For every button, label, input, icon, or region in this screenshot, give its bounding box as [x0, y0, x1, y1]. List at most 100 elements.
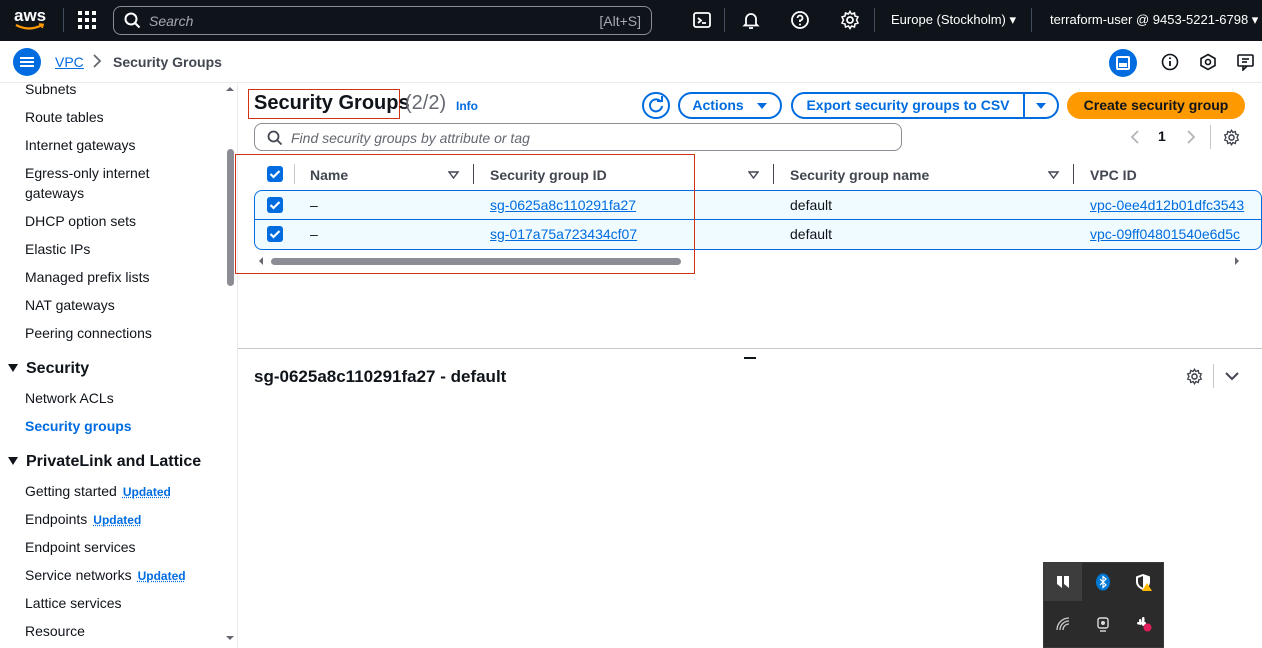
- preferences-icon[interactable]: [1186, 368, 1203, 385]
- sidebar-section-security[interactable]: Security: [8, 360, 89, 378]
- scroll-down-icon[interactable]: [225, 635, 235, 641]
- bell-icon[interactable]: [741, 10, 761, 30]
- sidebar-scrollbar-thumb[interactable]: [227, 149, 234, 286]
- info-link[interactable]: Info: [456, 99, 478, 113]
- caret-down-icon: [8, 364, 18, 372]
- page-title: Security Groups: [254, 92, 410, 114]
- sidebar-item-peering-connections[interactable]: Peering connections: [25, 323, 152, 343]
- scroll-up-icon[interactable]: [225, 86, 235, 92]
- tray-item[interactable]: [1084, 605, 1122, 643]
- sidebar-item-dhcp-option-sets[interactable]: DHCP option sets: [25, 211, 136, 231]
- services-grid-icon[interactable]: [78, 11, 96, 29]
- settings-icon[interactable]: [840, 10, 860, 30]
- split-panel-toggle-button[interactable]: [1109, 49, 1137, 77]
- current-page[interactable]: 1: [1158, 128, 1166, 144]
- tray-item[interactable]: [1124, 605, 1162, 643]
- divider: [1213, 364, 1214, 388]
- cell-security-group-name: default: [790, 197, 833, 213]
- account-menu[interactable]: terraform-user @ 9453-5221-6798 ▾: [1050, 12, 1258, 28]
- menu-toggle-button[interactable]: [13, 48, 41, 76]
- table-settings-icon[interactable]: [1223, 129, 1240, 146]
- updated-badge: Updated: [93, 513, 142, 527]
- divider: [724, 8, 725, 32]
- refresh-icon: [649, 96, 663, 113]
- system-tray-overflow: [1043, 562, 1164, 648]
- sidebar-item-route-tables[interactable]: Route tables: [25, 107, 104, 127]
- scroll-right-icon[interactable]: [1234, 256, 1240, 266]
- caret-down-icon: [1036, 103, 1046, 109]
- cell-vpc-id-link[interactable]: vpc-09ff04801540e6d5c: [1090, 226, 1246, 242]
- sidebar-section-privatelink[interactable]: PrivateLink and Lattice: [8, 453, 201, 471]
- resize-handle[interactable]: [744, 357, 756, 359]
- chevron-right-icon: [93, 54, 102, 68]
- chevron-down-icon[interactable]: [1224, 371, 1240, 381]
- caret-down-icon: [756, 103, 767, 109]
- column-header-security-group-name[interactable]: Security group name: [790, 167, 929, 183]
- search-icon: [124, 12, 141, 29]
- breadcrumb-current: Security Groups: [113, 54, 222, 70]
- section-title: PrivateLink and Lattice: [26, 453, 202, 470]
- detail-panel-title: sg-0625a8c110291fa27 - default: [254, 367, 507, 386]
- sidebar-item-endpoint-services[interactable]: Endpoint services: [25, 537, 136, 557]
- sidebar-item-label: Resource: [25, 623, 85, 639]
- sidebar-item-internet-gateways[interactable]: Internet gateways: [25, 135, 136, 155]
- feedback-icon[interactable]: [1236, 53, 1256, 71]
- divider: [63, 8, 64, 32]
- column-divider[interactable]: [1073, 164, 1074, 184]
- split-panel-divider[interactable]: [238, 348, 1262, 349]
- previous-page-icon[interactable]: [1130, 130, 1140, 144]
- security-hub-icon[interactable]: [1199, 53, 1217, 71]
- tray-item[interactable]: [1124, 563, 1162, 601]
- sidebar-item-getting-started[interactable]: Getting started Updated: [25, 481, 171, 502]
- create-security-group-button[interactable]: Create security group: [1067, 92, 1245, 119]
- sidebar-item-managed-prefix-lists[interactable]: Managed prefix lists: [25, 267, 150, 287]
- divider: [874, 8, 875, 32]
- sort-icon[interactable]: [1048, 171, 1059, 179]
- export-dropdown-button[interactable]: [1023, 92, 1059, 119]
- tray-item[interactable]: [1084, 563, 1122, 601]
- help-icon[interactable]: [790, 10, 810, 30]
- actions-button[interactable]: Actions: [678, 92, 782, 119]
- sidebar-item-egress-only-line2[interactable]: gateways: [25, 183, 84, 203]
- sidebar-item-lattice-services[interactable]: Lattice services: [25, 593, 121, 613]
- sidebar-item-nat-gateways[interactable]: NAT gateways: [25, 295, 115, 315]
- aws-logo[interactable]: aws: [14, 6, 50, 34]
- sidebar-item-service-networks[interactable]: Service networks Updated: [25, 565, 186, 586]
- search-shortcut: [Alt+S]: [599, 13, 641, 29]
- column-header-vpc-id[interactable]: VPC ID: [1090, 167, 1137, 183]
- sidebar-item-label: Getting started: [25, 483, 117, 499]
- sidebar-item-subnets[interactable]: Subnets: [25, 83, 76, 99]
- refresh-button[interactable]: [642, 92, 670, 119]
- caret-down-icon: [8, 457, 18, 465]
- search-icon: [267, 130, 283, 146]
- network-icon: [1056, 617, 1070, 631]
- sidebar-item-elastic-ips[interactable]: Elastic IPs: [25, 239, 90, 259]
- region-selector[interactable]: Europe (Stockholm) ▾: [891, 12, 1016, 28]
- cell-vpc-id-link[interactable]: vpc-0ee4d12b01dfc3543: [1090, 197, 1246, 213]
- next-page-icon[interactable]: [1186, 130, 1196, 144]
- sidebar-item-security-groups[interactable]: Security groups: [25, 416, 132, 436]
- divider: [1210, 125, 1211, 149]
- sidebar-item-label: Service networks: [25, 567, 132, 583]
- sidebar-item-resource[interactable]: Resource: [25, 621, 85, 641]
- breadcrumb-vpc-link[interactable]: VPC: [55, 54, 84, 70]
- export-csv-button[interactable]: Export security groups to CSV: [791, 92, 1025, 119]
- sidebar-item-endpoints[interactable]: Endpoints Updated: [25, 509, 141, 530]
- filter-input[interactable]: Find security groups by attribute or tag: [254, 123, 902, 151]
- tray-item[interactable]: [1044, 605, 1082, 643]
- actions-label: Actions: [692, 97, 744, 113]
- column-divider[interactable]: [773, 164, 774, 184]
- cloudshell-icon[interactable]: [692, 10, 712, 30]
- sidebar-item-network-acls[interactable]: Network ACLs: [25, 388, 114, 408]
- breadcrumb-bar: VPC Security Groups: [0, 41, 1262, 83]
- top-navigation-bar: aws Search [Alt+S] Europe (Stockholm) ▾ …: [0, 0, 1262, 41]
- sidebar-item-label: Lattice services: [25, 595, 122, 611]
- search-placeholder: Search: [149, 13, 194, 29]
- sidebar-item-label: Endpoint services: [25, 539, 136, 555]
- search-input[interactable]: Search [Alt+S]: [113, 6, 652, 35]
- split-panel-icon: [1116, 56, 1130, 70]
- info-icon[interactable]: [1161, 53, 1179, 71]
- sort-icon[interactable]: [748, 171, 759, 179]
- sidebar-item-egress-only[interactable]: Egress-only internet: [25, 163, 150, 183]
- tray-item[interactable]: [1044, 563, 1082, 601]
